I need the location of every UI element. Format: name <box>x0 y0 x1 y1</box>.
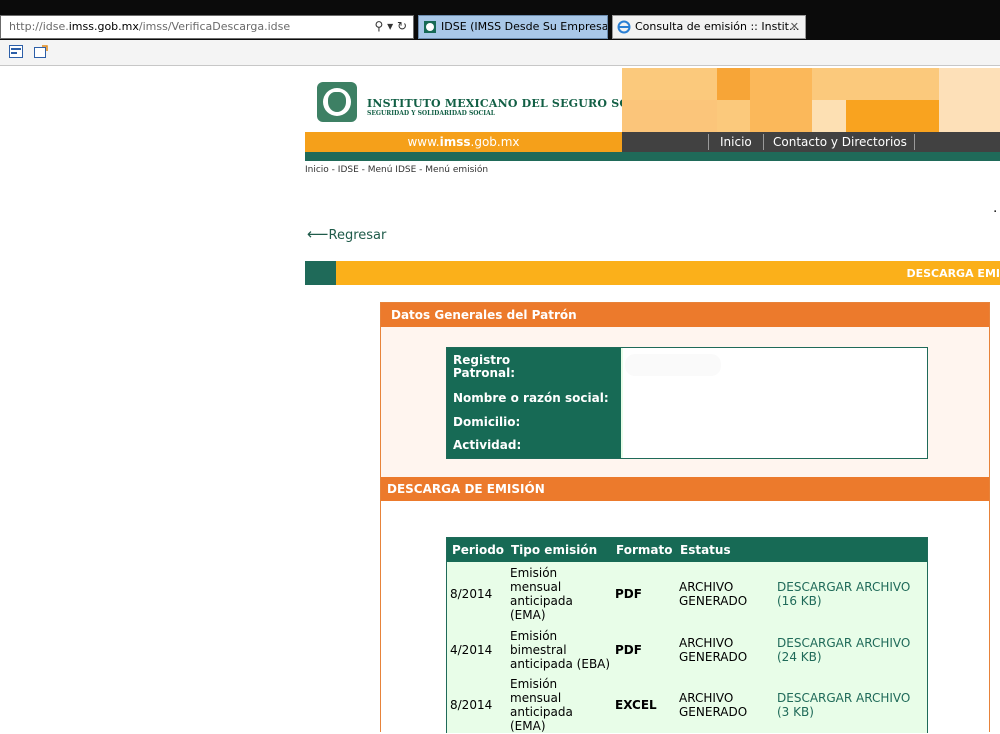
cell-formato: PDF <box>615 643 642 657</box>
command-bar <box>0 40 1000 66</box>
cell-estatus: ARCHIVO GENERADO <box>679 691 748 719</box>
tab-idse[interactable]: IDSE (IMSS Desde Su Empresa) <box>418 15 608 39</box>
cell-formato: PDF <box>615 587 642 601</box>
label-actividad: Actividad: <box>453 438 522 452</box>
cell-periodo: 4/2014 <box>450 643 493 657</box>
table-row: 4/2014 Emisión bimestral anticipada (EBA… <box>447 626 927 674</box>
table-header: Periodo Tipo emisión Formato Estatus <box>447 538 927 562</box>
section-title-bar: DESCARGA EMI <box>305 261 1000 285</box>
imss-header: INSTITUTO MEXICANO DEL SEGURO SOCIAL SEG… <box>305 68 1000 161</box>
nav-divider <box>763 134 764 150</box>
cell-tipo: Emisión bimestral anticipada (EBA) <box>510 629 611 671</box>
breadcrumb[interactable]: Inicio - IDSE - Menú IDSE - Menú emisión <box>305 165 488 175</box>
patron-header: Datos Generales del Patrón <box>381 303 989 327</box>
label-registro-patronal: Registro Patronal: <box>453 353 516 380</box>
download-link[interactable]: DESCARGAR ARCHIVO (16 KB) <box>777 580 925 608</box>
col-formato: Formato <box>616 543 673 557</box>
address-text[interactable]: http://idse.imss.gob.mx/imss/VerificaDes… <box>9 20 290 33</box>
cell-estatus: ARCHIVO GENERADO <box>679 636 748 664</box>
header-mosaic <box>622 68 1000 132</box>
institute-subtitle: SEGURIDAD Y SOLIDARIDAD SOCIAL <box>367 110 495 117</box>
download-link[interactable]: DESCARGAR ARCHIVO (24 KB) <box>777 636 925 664</box>
cell-tipo: Emisión mensual anticipada (EMA) <box>510 566 573 622</box>
browser-toolbar: http://idse.imss.gob.mx/imss/VerificaDes… <box>0 0 1000 40</box>
col-estatus: Estatus <box>680 543 731 557</box>
table-row: 8/2014 Emisión mensual anticipada (EMA) … <box>447 676 927 734</box>
tab-consulta-emision[interactable]: Consulta de emisión :: Instit... ✕ <box>612 15 806 39</box>
nav-contacto-directorios[interactable]: Contacto y Directorios <box>773 135 907 149</box>
nav-divider <box>914 134 915 150</box>
cell-tipo: Emisión mensual anticipada (EMA) <box>510 677 573 733</box>
label-razon-social: Nombre o razón social: <box>453 391 609 405</box>
stray-text: ․ <box>993 201 998 216</box>
col-periodo: Periodo <box>452 543 505 557</box>
imss-logo-icon[interactable] <box>317 82 357 122</box>
back-arrow-icon: ⟵ <box>307 225 329 243</box>
cell-estatus: ARCHIVO GENERADO <box>679 580 748 608</box>
back-button[interactable]: ⟵Regresar <box>307 225 386 243</box>
web-page: INSTITUTO MEXICANO DEL SEGURO SOCIAL SEG… <box>0 66 1000 733</box>
feeds-icon[interactable] <box>34 45 48 58</box>
close-tab-icon[interactable]: ✕ <box>790 16 799 38</box>
back-label: Regresar <box>328 228 387 243</box>
cell-periodo: 8/2014 <box>450 587 493 601</box>
nav-inicio[interactable]: Inicio <box>720 135 752 149</box>
descarga-header: DESCARGA DE EMISIÓN <box>381 477 989 501</box>
tab-label: IDSE (IMSS Desde Su Empresa) <box>441 20 608 33</box>
section-accent <box>305 261 336 285</box>
patron-label-column: Registro Patronal: Nombre o razón social… <box>447 348 621 458</box>
tab-label: Consulta de emisión :: Instit... <box>635 20 800 33</box>
redaction-mark <box>625 354 721 376</box>
cell-periodo: 8/2014 <box>450 698 493 712</box>
table-row: 8/2014 Emisión mensual anticipada (EMA) … <box>447 565 927 623</box>
institute-name: INSTITUTO MEXICANO DEL SEGURO SOCIAL <box>367 97 661 110</box>
col-tipo-emision: Tipo emisión <box>511 543 598 557</box>
cell-formato: EXCEL <box>615 698 657 712</box>
address-bar[interactable]: http://idse.imss.gob.mx/imss/VerificaDes… <box>0 15 414 39</box>
website-url[interactable]: www.imss.gob.mx <box>305 135 622 149</box>
ie-favicon-icon <box>617 20 631 34</box>
nav-divider <box>708 134 709 150</box>
imss-favicon-icon <box>424 21 436 33</box>
emision-table: Periodo Tipo emisión Formato Estatus 8/2… <box>446 537 928 733</box>
section-title: DESCARGA EMI <box>906 267 1000 280</box>
emision-panel: Datos Generales del Patrón Registro Patr… <box>380 302 990 733</box>
download-link[interactable]: DESCARGAR ARCHIVO (3 KB) <box>777 691 925 719</box>
patron-table: Registro Patronal: Nombre o razón social… <box>446 347 928 459</box>
favorites-bar-icon[interactable] <box>9 45 23 58</box>
label-domicilio: Domicilio: <box>453 415 521 429</box>
header-nav: Inicio Contacto y Directorios <box>622 132 1000 152</box>
address-controls[interactable]: ⚲ ▾ ↻ <box>375 19 408 33</box>
header-divider <box>305 152 1000 161</box>
